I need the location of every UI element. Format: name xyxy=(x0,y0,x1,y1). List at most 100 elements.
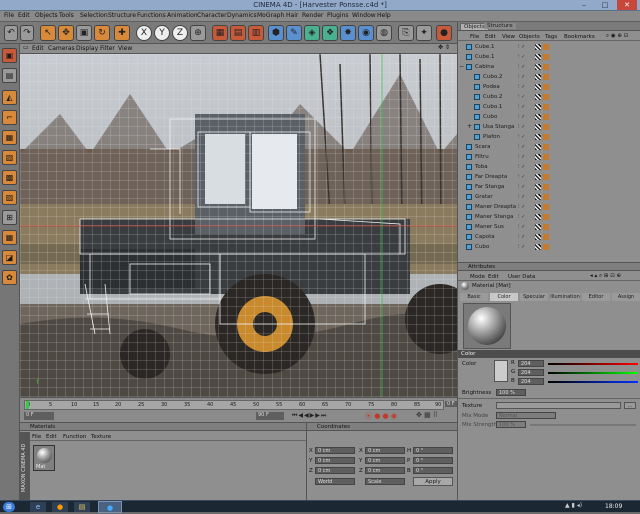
texture-tag-icon[interactable] xyxy=(543,234,549,240)
viewport-menu-display[interactable]: Display xyxy=(76,45,98,52)
am-menu-edit[interactable]: Edit xyxy=(488,274,499,280)
menu-character[interactable]: Character xyxy=(197,12,227,19)
tab-color[interactable]: Color xyxy=(490,293,518,301)
tab-editor[interactable]: Editor xyxy=(582,293,610,301)
pos-z-field[interactable]: 0 cm xyxy=(315,467,355,474)
visibility-dots-icon[interactable]: ⁝ ✓ xyxy=(518,242,525,252)
materials-menu-edit[interactable]: Edit xyxy=(46,434,57,440)
color-swatch[interactable] xyxy=(494,360,508,382)
scale-icon[interactable]: ▣ xyxy=(76,25,92,41)
texture-tag-icon[interactable] xyxy=(543,174,549,180)
material-tag-icon[interactable] xyxy=(535,224,541,230)
playback-controls[interactable]: ⏮◀◀▶▶⏭ xyxy=(292,412,327,420)
object-row[interactable]: Cubo ⁝ ✓ xyxy=(458,112,640,122)
material-preview[interactable] xyxy=(463,303,511,349)
tab-structure[interactable]: Structure xyxy=(484,23,516,29)
material-tag-icon[interactable] xyxy=(535,124,541,130)
object-row[interactable]: − Cabina ⁝ ✓ xyxy=(458,62,640,72)
mix-strength-field[interactable]: 100 % xyxy=(496,421,526,428)
start-button[interactable]: ⊞ xyxy=(3,502,15,512)
object-row[interactable]: Maner Stanga ⁝ ✓ xyxy=(458,212,640,222)
current-frame-field[interactable]: 0 F xyxy=(445,401,457,407)
object-row[interactable]: Filtru ⁝ ✓ xyxy=(458,152,640,162)
visibility-dots-icon[interactable]: ⁝ ✓ xyxy=(518,92,525,102)
pos-x-field[interactable]: 0 cm xyxy=(315,447,355,454)
object-row[interactable]: Cube.1 ⁝ ✓ xyxy=(458,52,640,62)
coordinate-system-dropdown[interactable]: World xyxy=(315,478,355,485)
mix-strength-slider[interactable] xyxy=(530,424,636,426)
texture-tag-icon[interactable] xyxy=(543,114,549,120)
visibility-dots-icon[interactable]: ⁝ ✓ xyxy=(518,162,525,172)
menu-mograph[interactable]: MoGraph xyxy=(257,12,284,19)
material-tag-icon[interactable] xyxy=(535,184,541,190)
make-editable-icon[interactable]: ▣ xyxy=(2,48,17,63)
subdivision-icon[interactable]: ◈ xyxy=(304,25,320,41)
rot-h-field[interactable]: 0 ° xyxy=(413,447,453,454)
cube-icon[interactable]: ⬢ xyxy=(268,25,284,41)
snap-icon[interactable]: ⊞ xyxy=(2,210,17,225)
menu-file[interactable]: File xyxy=(4,12,14,19)
sculpt-icon[interactable]: ◪ xyxy=(2,250,17,265)
object-row[interactable]: Cubo.2 ⁝ ✓ xyxy=(458,72,640,82)
start-frame-field[interactable]: 0 F xyxy=(24,412,54,420)
deformer-icon[interactable]: ✸ xyxy=(340,25,356,41)
rot-b-field[interactable]: 0 ° xyxy=(413,467,453,474)
record-keys-icon[interactable]: ⦿ ● ● ◉ xyxy=(365,411,397,421)
texture-tag-icon[interactable] xyxy=(543,154,549,160)
environment-icon[interactable]: ◍ xyxy=(376,25,392,41)
green-slider[interactable] xyxy=(548,372,638,374)
apply-button[interactable]: Apply xyxy=(413,477,453,486)
object-row[interactable]: Maner Sus ⁝ ✓ xyxy=(458,222,640,232)
model-mode-icon[interactable]: ✚ xyxy=(114,25,130,41)
visibility-dots-icon[interactable]: ⁝ ✓ xyxy=(518,82,525,92)
visibility-dots-icon[interactable]: ⁝ ✓ xyxy=(518,142,525,152)
maximize-button[interactable]: □ xyxy=(595,0,615,10)
viewport-menu-view[interactable]: View xyxy=(118,45,132,52)
texture-field[interactable] xyxy=(496,402,621,409)
brightness-field[interactable]: 100 % xyxy=(496,389,526,396)
material-tag-icon[interactable] xyxy=(535,204,541,210)
visibility-dots-icon[interactable]: ⁝ ✓ xyxy=(518,72,525,82)
material-tag-icon[interactable] xyxy=(535,164,541,170)
object-row[interactable]: Toba ⁝ ✓ xyxy=(458,162,640,172)
object-row[interactable]: Capota ⁝ ✓ xyxy=(458,232,640,242)
render-settings-icon[interactable]: ▥ xyxy=(248,25,264,41)
material-tag-icon[interactable] xyxy=(535,234,541,240)
texture-browse-button[interactable]: … xyxy=(624,402,636,409)
visibility-dots-icon[interactable]: ⁝ ✓ xyxy=(518,122,525,132)
menu-hair[interactable]: Hair xyxy=(286,12,298,19)
coordinate-system-icon[interactable]: ⊕ xyxy=(190,25,206,41)
tab-basic[interactable]: Basic xyxy=(460,293,488,301)
menu-objects[interactable]: Objects xyxy=(35,12,58,19)
mix-mode-dropdown[interactable]: Normal xyxy=(496,412,556,419)
om-menu-edit[interactable]: Edit xyxy=(485,34,496,40)
material-tag-icon[interactable] xyxy=(535,74,541,80)
object-row[interactable]: Gratar ⁝ ✓ xyxy=(458,192,640,202)
visibility-dots-icon[interactable]: ⁝ ✓ xyxy=(518,232,525,242)
size-y-field[interactable]: 0 cm xyxy=(365,457,405,464)
menu-plugins[interactable]: Plugins xyxy=(327,12,349,19)
am-menu-user-data[interactable]: User Data xyxy=(508,274,535,280)
om-menu-bookmarks[interactable]: Bookmarks xyxy=(564,34,595,40)
object-row[interactable]: Far Stanga ⁝ ✓ xyxy=(458,182,640,192)
red-field[interactable]: 204 xyxy=(518,360,544,367)
visibility-dots-icon[interactable]: ⁝ ✓ xyxy=(518,182,525,192)
material-tag-icon[interactable] xyxy=(535,114,541,120)
scene-icon[interactable]: ◉ xyxy=(358,25,374,41)
tray-icons[interactable]: ▲ ▮ ◂) xyxy=(565,502,582,509)
points-mode-icon[interactable]: ▦ xyxy=(2,130,17,145)
expand-toggle-icon[interactable]: − xyxy=(459,62,464,72)
viewport[interactable]: ↑ xyxy=(20,54,457,397)
material-tag-icon[interactable] xyxy=(535,94,541,100)
viewport-menu-filter[interactable]: Filter xyxy=(100,45,115,52)
visibility-dots-icon[interactable]: ⁝ ✓ xyxy=(518,112,525,122)
material-tag-icon[interactable] xyxy=(535,214,541,220)
firefox-icon[interactable]: ● xyxy=(52,502,68,512)
redo-icon[interactable]: ↷ xyxy=(20,25,34,41)
menu-render[interactable]: Render xyxy=(302,12,323,19)
object-row[interactable]: Plafon ⁝ ✓ xyxy=(458,132,640,142)
model-tool-icon[interactable]: ◭ xyxy=(2,90,17,105)
material-tag-icon[interactable] xyxy=(535,134,541,140)
visibility-dots-icon[interactable]: ⁝ ✓ xyxy=(518,222,525,232)
menu-help[interactable]: Help xyxy=(377,12,391,19)
